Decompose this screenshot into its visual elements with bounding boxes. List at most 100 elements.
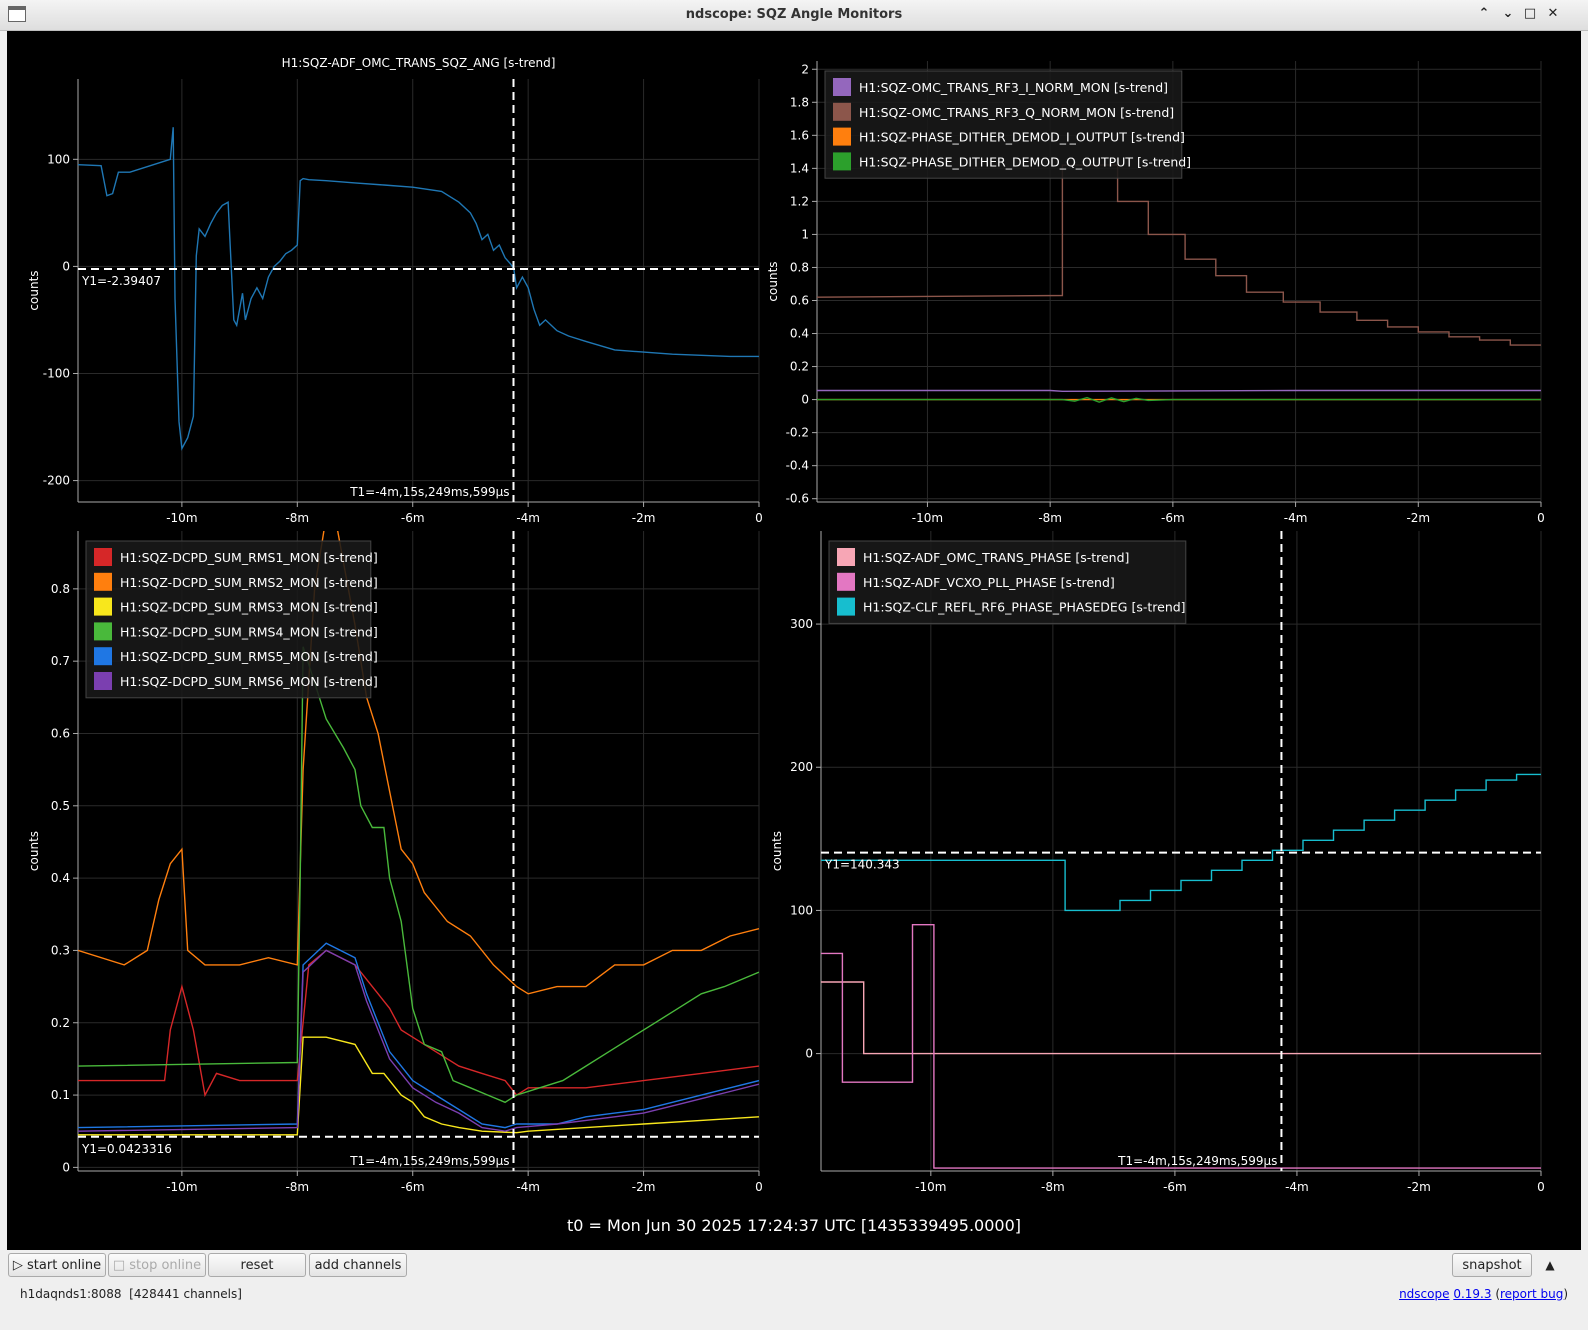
x-tick-label: -8m <box>285 511 309 525</box>
plots-canvas[interactable]: -10m -8m -6m -4m -2m 01000-100-200countsH1:SQ… <box>7 31 1581 1250</box>
y-tick-label: -0.4 <box>786 459 809 473</box>
cursor-y-label: Y1=-2.39407 <box>81 274 161 288</box>
x-tick-label: -10m <box>912 511 943 525</box>
t0-label: t0 = Mon Jun 30 2025 17:24:37 UTC [14353… <box>566 1216 1022 1235</box>
x-tick-label: -6m <box>401 1180 425 1194</box>
legend-label: H1:SQZ-DCPD_SUM_RMS1_MON [s-trend] <box>120 550 378 565</box>
legend: H1:SQZ-DCPD_SUM_RMS1_MON [s-trend] H1:SQZ… <box>85 540 378 699</box>
plot-area[interactable]: -10m -8m -6m -4m -2m 0 100 0 -100 -200 counts H1:SQ… <box>7 31 1581 1250</box>
y-tick-label: 0.8 <box>790 260 809 274</box>
y-tick-label: 0.2 <box>790 360 809 374</box>
legend-label: H1:SQZ-PHASE_DITHER_DEMOD_I_OUTPUT [s-tr… <box>859 130 1185 145</box>
x-tick-label: -6m <box>1163 1180 1187 1194</box>
y-tick-label: 0 <box>62 259 70 273</box>
legend-swatch <box>94 597 112 616</box>
channel-count: [428441 channels] <box>129 1287 242 1301</box>
x-tick-label: -10m <box>166 1180 197 1194</box>
cursor-t-label: T1=-4m,15s,249ms,599µs <box>349 1154 509 1168</box>
chart-3: -10m -8m -6m -4m -2m 0 0.8 0.7 0.6 0.5 0.4 0.3 0.2 0.… <box>27 531 763 1194</box>
x-tick-label: -4m <box>1285 1180 1309 1194</box>
series-group <box>821 773 1541 1169</box>
paren-close: ) <box>1563 1287 1568 1301</box>
x-tick-label: -8m <box>1038 511 1062 525</box>
series-line <box>817 389 1541 393</box>
legend-swatch <box>833 102 851 121</box>
minimize-icon[interactable]: ⌄ <box>1500 6 1516 22</box>
series-line <box>821 981 1541 1055</box>
add-channels-button[interactable]: add channels <box>309 1253 407 1277</box>
y-tick-label: 0.6 <box>51 726 70 740</box>
cursor-t-label: T1=-4m,15s,249ms,599µs <box>1117 1154 1277 1168</box>
legend-label: H1:SQZ-PHASE_DITHER_DEMOD_Q_OUTPUT [s-tr… <box>859 154 1191 169</box>
chart-2: -10m -8m -6m -4m -2m 0 2 1.8 1.6 1.4 1.2 1 0.8 0.6 0.4… <box>766 61 1545 525</box>
series-line <box>78 1036 759 1136</box>
series-line <box>78 646 759 1104</box>
y-tick-label: 0.2 <box>51 1016 70 1030</box>
x-tick-label: -8m <box>1041 1180 1065 1194</box>
y-tick-label: -200 <box>43 474 70 488</box>
x-tick-label: -2m <box>632 511 656 525</box>
start-online-button[interactable]: ▷ start online <box>8 1253 106 1277</box>
x-tick-label: -4m <box>1284 511 1308 525</box>
x-tick-label: -10m <box>166 511 197 525</box>
series-line <box>821 773 1541 912</box>
status-bar: h1daqnds1:8088 [428441 channels] ndscope… <box>0 1284 1588 1306</box>
server-address: h1daqnds1:8088 <box>20 1287 122 1301</box>
y-tick-label: 1.2 <box>790 194 809 208</box>
x-tick-label: 0 <box>1537 1180 1545 1194</box>
legend-swatch <box>833 152 851 171</box>
report-bug-link[interactable]: report bug <box>1500 1287 1563 1301</box>
x-tick-label: -8m <box>285 1180 309 1194</box>
legend-swatch <box>94 548 112 566</box>
y-tick-label: 300 <box>790 617 813 631</box>
y-tick-label: -0.2 <box>786 426 809 440</box>
series-group <box>78 127 759 451</box>
legend-label: H1:SQZ-DCPD_SUM_RMS4_MON [s-trend] <box>120 624 378 639</box>
x-tick-label: -10m <box>915 1180 946 1194</box>
cursor-y-label: Y1=140.343 <box>824 858 900 872</box>
window-titlebar: ndscope: SQZ Angle Monitors ⌃ ⌄ □ ✕ <box>0 0 1588 31</box>
legend: H1:SQZ-OMC_TRANS_RF3_I_NORM_MON [s-trend… <box>824 70 1191 179</box>
y-tick-label: 0 <box>805 1047 813 1061</box>
x-tick-label: 0 <box>1537 511 1545 525</box>
legend-swatch <box>94 672 112 690</box>
x-tick-label: -2m <box>1406 511 1430 525</box>
chevron-up-icon[interactable]: ⌃ <box>1476 6 1492 22</box>
expand-up-icon[interactable]: ▲ <box>1540 1255 1560 1275</box>
version-link[interactable]: 0.19.3 <box>1453 1287 1491 1301</box>
y-tick-label: 0.6 <box>790 293 809 307</box>
y-tick-label: 200 <box>790 760 813 774</box>
series-line <box>78 942 759 1129</box>
y-axis-label: counts <box>27 270 41 310</box>
legend-swatch <box>833 127 851 146</box>
y-tick-label: 1 <box>801 227 809 241</box>
snapshot-button[interactable]: snapshot <box>1452 1253 1532 1277</box>
legend-label: H1:SQZ-OMC_TRANS_RF3_I_NORM_MON [s-trend… <box>859 80 1168 95</box>
y-tick-label: 0.5 <box>51 799 70 813</box>
legend-label: H1:SQZ-OMC_TRANS_RF3_Q_NORM_MON [s-trend… <box>859 105 1174 120</box>
start-online-label: start online <box>27 1258 102 1273</box>
x-tick-label: -6m <box>1161 511 1185 525</box>
x-tick-label: -2m <box>1407 1180 1431 1194</box>
paren-open: ( <box>1491 1287 1500 1301</box>
ndscope-link[interactable]: ndscope <box>1399 1287 1449 1301</box>
y-tick-label: 0.8 <box>51 582 70 596</box>
chart-4: -10m -8m -6m -4m -2m 0 300 200 100 0 counts T1=-4m,… <box>770 531 1545 1194</box>
legend-label: H1:SQZ-ADF_OMC_TRANS_PHASE [s-trend] <box>863 550 1129 565</box>
series-line <box>817 396 1541 403</box>
y-tick-label: 0.4 <box>51 871 70 885</box>
reset-button[interactable]: reset <box>208 1253 306 1277</box>
cursor-t-label: T1=-4m,15s,249ms,599µs <box>349 485 509 499</box>
y-tick-label: 1.6 <box>790 128 809 142</box>
y-tick-label: 0 <box>62 1160 70 1174</box>
y-tick-label: 100 <box>47 152 70 166</box>
y-tick-label: 0.1 <box>51 1088 70 1102</box>
legend-swatch <box>837 572 855 591</box>
y-tick-label: 1.4 <box>790 161 809 175</box>
legend-label: H1:SQZ-DCPD_SUM_RMS2_MON [s-trend] <box>120 575 378 590</box>
stop-online-button[interactable]: □ stop online <box>108 1253 206 1277</box>
maximize-icon[interactable]: □ <box>1522 6 1538 22</box>
y-tick-label: -100 <box>43 366 70 380</box>
x-tick-label: -6m <box>401 511 425 525</box>
close-icon[interactable]: ✕ <box>1545 6 1561 22</box>
